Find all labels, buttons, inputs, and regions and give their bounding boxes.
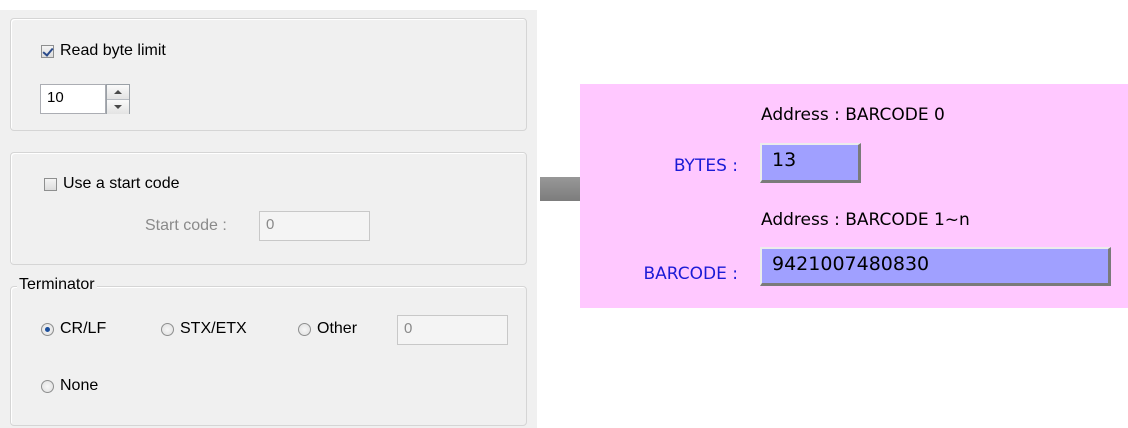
- stxetx-radio[interactable]: [161, 322, 174, 336]
- read-byte-limit-row[interactable]: Read byte limit: [41, 42, 166, 60]
- barcode-value: 9421007480830: [760, 247, 1111, 286]
- read-byte-limit-input[interactable]: 10: [40, 84, 106, 114]
- terminator-option-stxetx[interactable]: STX/ETX: [161, 320, 247, 338]
- start-code-field-label: Start code :: [145, 217, 227, 234]
- bytes-address-label: Address : BARCODE 0: [761, 105, 945, 125]
- read-byte-limit-label: Read byte limit: [60, 42, 166, 59]
- spinner-up-icon[interactable]: [107, 85, 129, 100]
- barcode-address-label: Address : BARCODE 1~n: [761, 210, 970, 230]
- terminator-option-none[interactable]: None: [41, 377, 98, 395]
- other-radio[interactable]: [298, 322, 311, 336]
- bytes-label: BYTES :: [673, 156, 738, 176]
- terminator-group: [10, 286, 527, 426]
- crlf-label: CR/LF: [60, 320, 107, 337]
- read-byte-limit-checkbox[interactable]: [41, 44, 54, 58]
- start-code-group: [10, 152, 527, 265]
- crlf-radio[interactable]: [41, 322, 54, 336]
- stxetx-label: STX/ETX: [180, 320, 247, 337]
- other-label: Other: [317, 320, 358, 337]
- bytes-value: 13: [760, 143, 861, 183]
- barcode-display-panel: Address : BARCODE 0 BYTES : 13 Address :…: [580, 84, 1128, 308]
- start-code-input[interactable]: 0: [259, 211, 370, 241]
- use-start-code-checkbox[interactable]: [44, 177, 57, 191]
- terminator-title: Terminator: [17, 276, 97, 294]
- other-terminator-input[interactable]: 0: [397, 315, 508, 345]
- read-byte-limit-spinner[interactable]: [106, 84, 130, 114]
- use-start-code-row[interactable]: Use a start code: [44, 175, 180, 193]
- spinner-down-icon[interactable]: [107, 100, 129, 114]
- terminator-option-crlf[interactable]: CR/LF: [41, 320, 106, 338]
- read-byte-limit-group: [10, 18, 527, 131]
- use-start-code-label: Use a start code: [63, 175, 180, 192]
- barcode-label: BARCODE :: [643, 264, 738, 284]
- terminator-option-other[interactable]: Other: [298, 320, 357, 338]
- none-label: None: [60, 377, 99, 394]
- none-radio[interactable]: [41, 379, 54, 393]
